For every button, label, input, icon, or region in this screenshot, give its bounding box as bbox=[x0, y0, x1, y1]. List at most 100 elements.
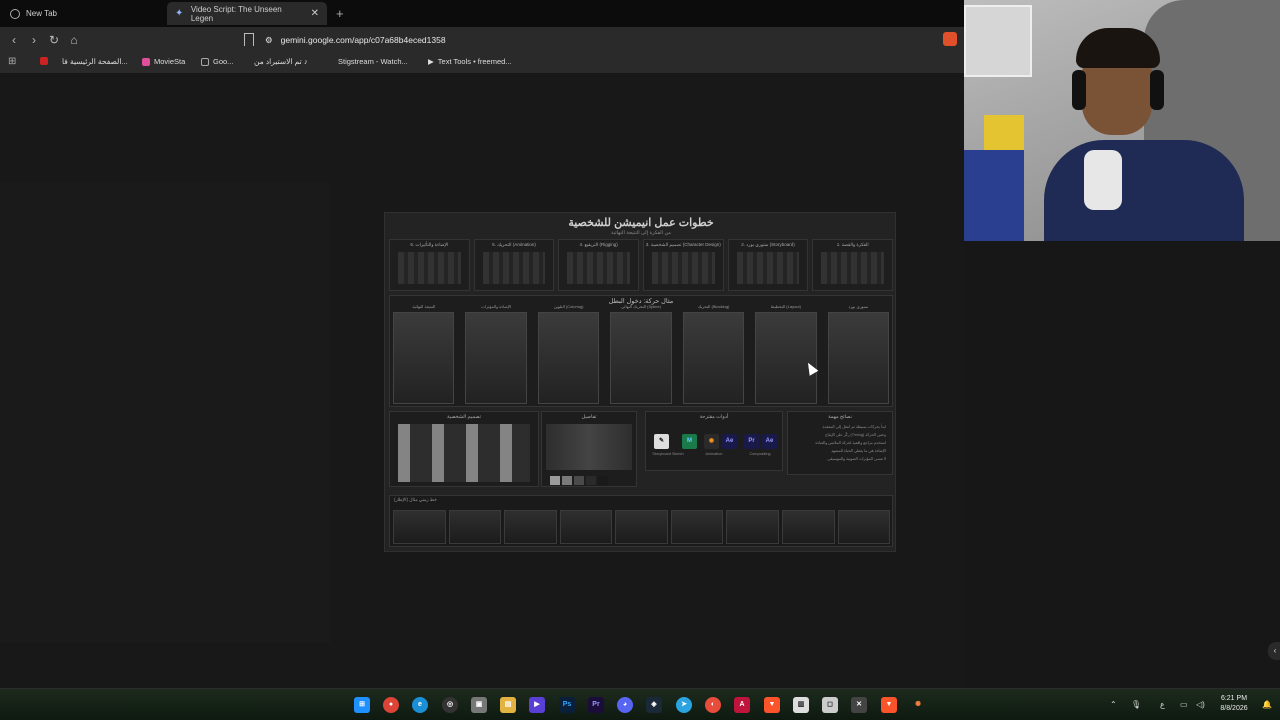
language-indicator[interactable]: ع bbox=[1160, 700, 1165, 709]
system-clock[interactable]: 6:21 PM 8/8/2026 bbox=[1210, 694, 1258, 714]
frame-image bbox=[827, 312, 889, 404]
claude-icon[interactable]: ✺ bbox=[910, 697, 926, 713]
bookmark-item[interactable]: تم الاستيراد من bbox=[254, 57, 302, 66]
step-title: 5. التحريك (Animation) bbox=[492, 242, 536, 247]
step-illustration bbox=[821, 252, 885, 284]
tab-bar: New Tab ✦ Video Script: The Unseen Legen… bbox=[0, 0, 964, 27]
chrome-icon[interactable]: ● bbox=[383, 697, 399, 713]
step-title: 6. الإضاءة والتأثيرات bbox=[410, 242, 449, 247]
tip-item: لا تنسى المؤثرات الصوتية والموسيقى bbox=[827, 457, 886, 461]
moviesta-icon bbox=[142, 57, 150, 66]
windows-start-icon[interactable]: ⊞ bbox=[354, 697, 370, 713]
microphone-icon[interactable]: 🎙 bbox=[1131, 700, 1141, 709]
step-card: 6. الإضاءة والتأثيرات bbox=[388, 239, 470, 291]
bookmark-label: MovieSta bbox=[154, 57, 186, 66]
brave-shield-icon[interactable] bbox=[943, 32, 957, 46]
obs-icon[interactable]: ◎ bbox=[442, 697, 458, 713]
character-sketches bbox=[398, 424, 530, 482]
site-settings-icon[interactable]: ⚙ bbox=[265, 35, 273, 46]
brave-icon[interactable]: ▼ bbox=[881, 697, 897, 713]
apps-icon[interactable]: ⊞ bbox=[8, 56, 16, 67]
step-title: 1. الفكرة والقصة bbox=[836, 242, 869, 247]
home-icon[interactable]: ⌂ bbox=[66, 32, 82, 48]
address-bar[interactable]: ⚙ gemini.google.com/app/c07a68b4eced1358 bbox=[265, 31, 935, 49]
frame-title: الإضاءة والمؤثرات bbox=[481, 304, 512, 309]
strip-frame bbox=[837, 510, 891, 544]
frame-card: ستوري بورد bbox=[827, 304, 889, 404]
tip-item: ابدأ بحركات بسيطة ثم انتقل إلى المعقدة bbox=[822, 425, 886, 429]
network-icon[interactable]: ▭ bbox=[1180, 700, 1188, 709]
pin-icon bbox=[40, 57, 48, 65]
box-title: تصميم الشخصية bbox=[447, 414, 481, 420]
frame-image bbox=[537, 312, 600, 404]
forward-icon[interactable]: › bbox=[26, 32, 42, 48]
back-icon[interactable]: ‹ bbox=[6, 32, 22, 48]
chevron-up-icon[interactable]: ⌃ bbox=[1110, 700, 1117, 709]
new-tab-button[interactable]: + bbox=[336, 6, 344, 21]
bookmark-item[interactable]: Stigstream - Watch... bbox=[326, 57, 408, 66]
strip-frame bbox=[615, 510, 668, 544]
step-title: 4. التريقيع (Rigging) bbox=[579, 242, 618, 247]
side-panel-toggle[interactable]: ‹ bbox=[1268, 642, 1280, 660]
bookmark-item[interactable] bbox=[40, 57, 48, 65]
frame-card: التخطيط (Layout) bbox=[755, 304, 817, 404]
brave-icon[interactable]: ▼ bbox=[764, 697, 780, 713]
close-icon[interactable]: ✕ bbox=[311, 8, 319, 19]
volume-icon[interactable]: ◁) bbox=[1196, 700, 1205, 709]
play-icon: ▶ bbox=[428, 57, 434, 66]
tab-new-tab[interactable]: New Tab bbox=[2, 2, 162, 25]
tiktok-icon: ♪ bbox=[304, 57, 308, 66]
browser-toolbar: ‹ › ↻ ⌂ ⚙ gemini.google.com/app/c07a68b4… bbox=[0, 27, 964, 53]
store-icon[interactable]: ▣ bbox=[471, 697, 487, 713]
tips-box: نصائح مهمة ابدأ بحركات بسيطة ثم انتقل إل… bbox=[787, 411, 893, 475]
step-card: 5. التحريك (Animation) bbox=[473, 239, 555, 291]
poster-title: خطوات عمل انيميشن للشخصية bbox=[568, 217, 714, 229]
person-body bbox=[1044, 140, 1244, 241]
discord-icon[interactable]: ◕ bbox=[617, 697, 633, 713]
step-illustration bbox=[567, 252, 631, 284]
box-title: أدوات مقترحة bbox=[699, 414, 729, 420]
bookmark-item[interactable]: ♪ bbox=[304, 57, 308, 66]
app-icon[interactable]: ◐ bbox=[705, 697, 721, 713]
file-explorer-icon[interactable]: ▤ bbox=[500, 697, 516, 713]
tab-video-script[interactable]: ✦ Video Script: The Unseen Legen ✕ bbox=[167, 2, 327, 25]
browser-window: New Tab ✦ Video Script: The Unseen Legen… bbox=[0, 0, 964, 688]
color-swatch bbox=[562, 476, 572, 485]
notepad-icon[interactable]: ▥ bbox=[793, 697, 809, 713]
telegram-icon[interactable]: ➤ bbox=[676, 697, 692, 713]
frame-image bbox=[755, 312, 817, 404]
frame-title: التلوين (Coloring) bbox=[553, 304, 584, 309]
strip-frame bbox=[448, 510, 502, 544]
bookmark-item[interactable]: الصفحة الرئيسية فا... bbox=[62, 57, 128, 66]
media-app-icon[interactable]: ▶ bbox=[529, 697, 545, 713]
premiere-icon[interactable]: Pr bbox=[588, 697, 604, 713]
bookmark-icon[interactable] bbox=[244, 33, 254, 46]
frame-image bbox=[682, 312, 745, 404]
tool-label: Compositing bbox=[749, 452, 771, 456]
frame-image bbox=[610, 312, 672, 404]
frame-card: التلوين (Coloring) bbox=[537, 304, 600, 404]
frame-card: التحريك (Blocking) bbox=[682, 304, 745, 404]
step-title: 3. تصميم الشخصية (Character Design) bbox=[645, 242, 721, 247]
step-illustration bbox=[397, 252, 461, 284]
bookmark-item[interactable]: MovieSta bbox=[142, 57, 185, 66]
edge-icon[interactable]: e bbox=[412, 697, 428, 713]
steam-icon[interactable]: ◈ bbox=[646, 697, 662, 713]
tools-box: أدوات مقترحة ✎ M ◉ Ae Pr Ae Storyboard S… bbox=[645, 411, 783, 471]
acrobat-icon[interactable]: A bbox=[734, 697, 750, 713]
notification-icon[interactable]: 🔔 bbox=[1262, 700, 1272, 709]
infographic-image[interactable]: خطوات عمل انيميشن للشخصية من الفكرة إلى … bbox=[384, 212, 896, 552]
app-icon[interactable]: ◻ bbox=[822, 697, 838, 713]
reload-icon[interactable]: ↻ bbox=[46, 32, 62, 48]
windows-taskbar: ⊞ ● e ◎ ▣ ▤ ▶ Ps Pr ◕ ◈ ➤ ◐ A ▼ ▥ ◻ ✕ ▼ … bbox=[0, 688, 1280, 720]
strip-frame bbox=[559, 510, 613, 544]
timeline-strip: خط زمني مثال (الإطار) bbox=[389, 495, 893, 547]
photoshop-icon[interactable]: Ps bbox=[559, 697, 575, 713]
gemini-icon: ✦ bbox=[175, 7, 184, 19]
app-icon[interactable]: ✕ bbox=[851, 697, 867, 713]
url-text: gemini.google.com/app/c07a68b4eced1358 bbox=[280, 35, 446, 45]
bookmark-item[interactable]: ▶ Text Tools • freemed... bbox=[428, 57, 512, 66]
example-section: مثال حركة: دخول البطل ستوري بورد التخطيط… bbox=[389, 295, 893, 407]
blender-icon: ◉ bbox=[704, 434, 719, 449]
bookmark-item[interactable]: Goo... bbox=[201, 57, 233, 66]
